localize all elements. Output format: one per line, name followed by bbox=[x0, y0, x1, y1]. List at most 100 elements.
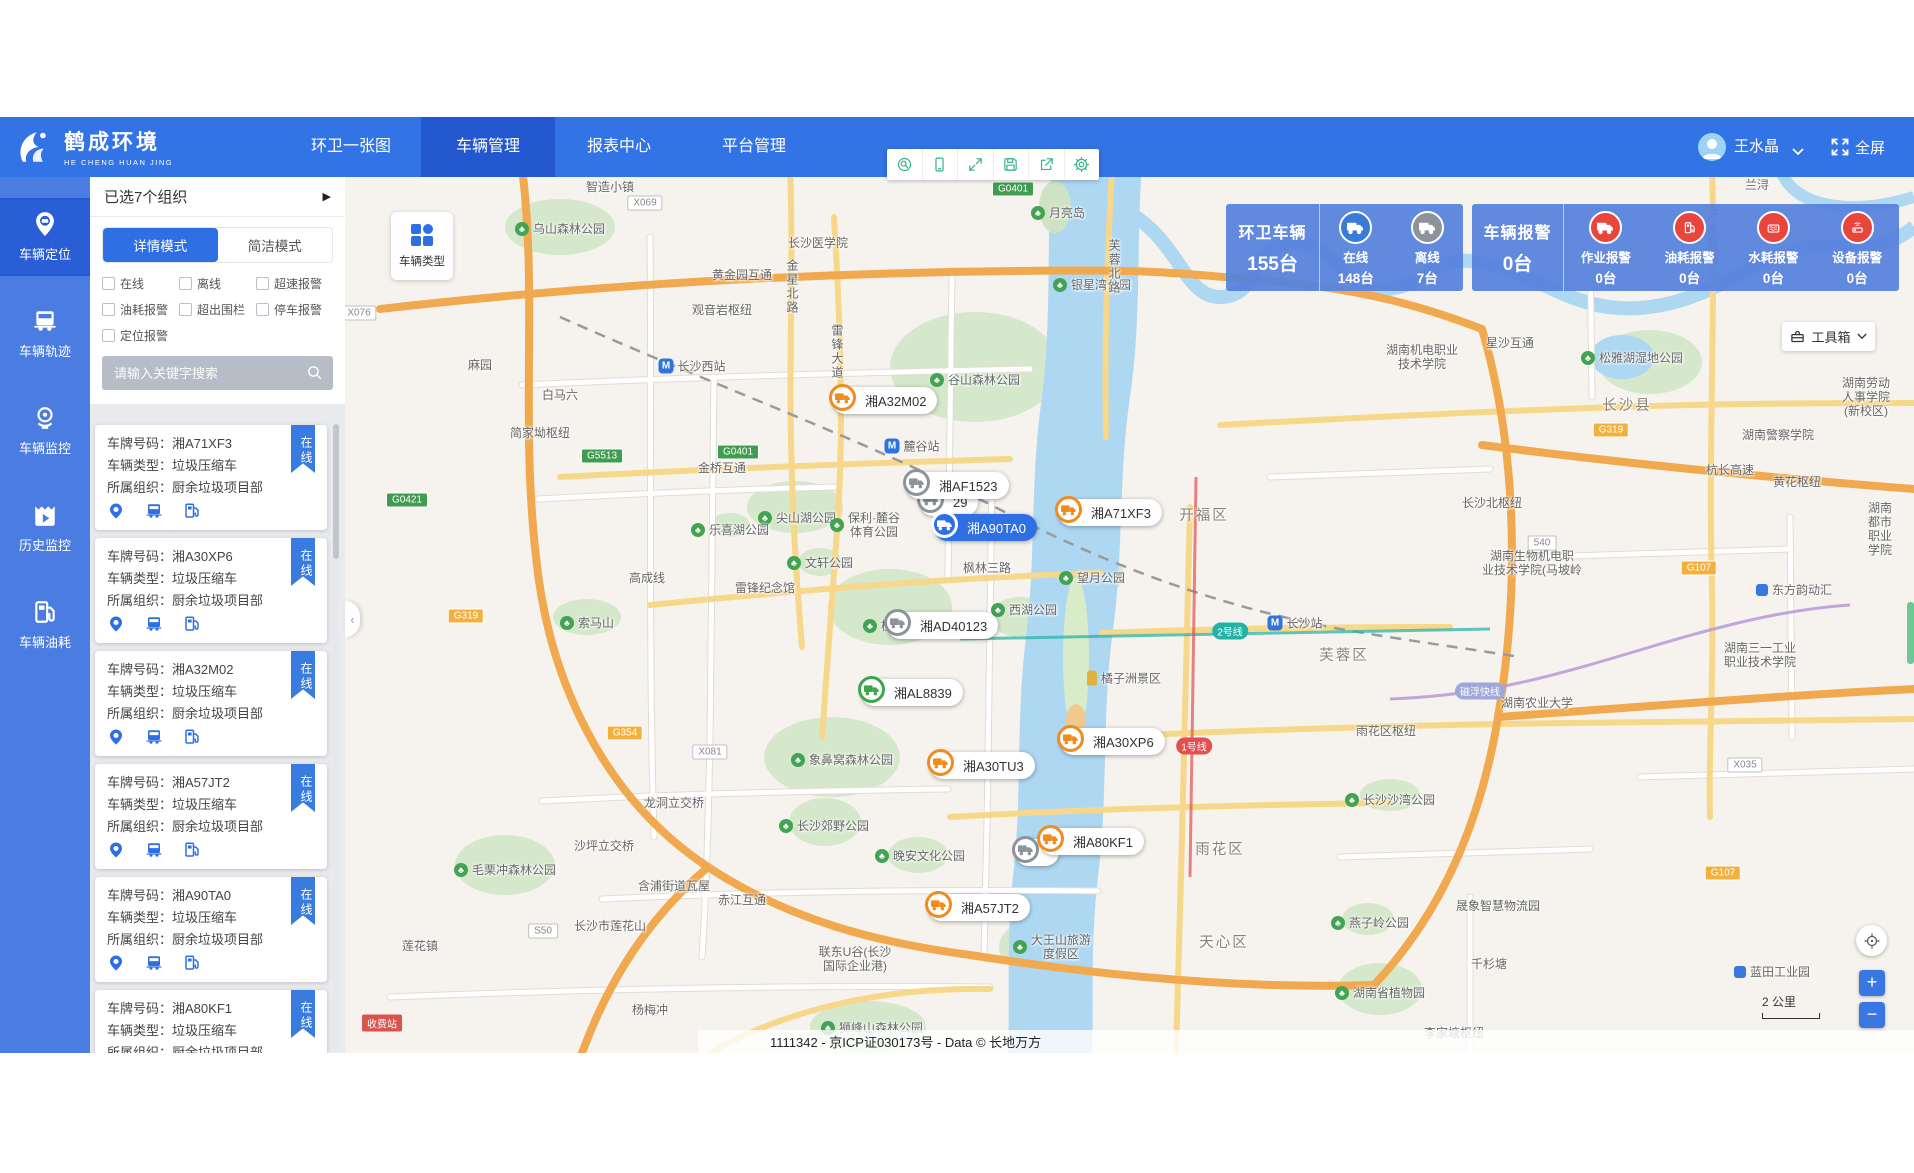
vehicle-marker[interactable]: 湘A57JT2 bbox=[928, 894, 1030, 921]
checkbox-box[interactable] bbox=[179, 277, 192, 290]
locate-pin-icon[interactable] bbox=[107, 728, 125, 746]
vehicle-marker[interactable]: 湘A90TA0 bbox=[934, 514, 1037, 541]
map-label: 湖南生物机电职 业技术学院(马坡岭 bbox=[1482, 549, 1582, 577]
plate-value: 湘A32M02 bbox=[172, 662, 233, 677]
checkbox-box[interactable] bbox=[256, 277, 269, 290]
map-edge-scrollbar[interactable] bbox=[1907, 602, 1914, 664]
plate-label: 车牌号码： bbox=[107, 436, 172, 451]
map-canvas[interactable]: 智造小镇乌山森林公园长沙医学院月亮岛黄金园互通银星湾公园观音岩枢纽长沙西站谷山森… bbox=[90, 177, 1914, 1053]
filter-checkbox[interactable]: 油耗报警 bbox=[102, 301, 179, 318]
map-label: 星沙互通 bbox=[1486, 336, 1534, 350]
locate-pin-icon[interactable] bbox=[107, 841, 125, 859]
app-subtitle: HE CHENG HUAN JING bbox=[64, 158, 173, 167]
checkbox-box[interactable] bbox=[102, 329, 115, 342]
checkbox-box[interactable] bbox=[179, 303, 192, 316]
track-bus-icon[interactable] bbox=[145, 502, 163, 520]
checkbox-box[interactable] bbox=[102, 303, 115, 316]
road-badge: G0401 bbox=[717, 445, 759, 460]
map-label: 沙坪立交桥 bbox=[574, 839, 634, 853]
zoom-in-button[interactable]: + bbox=[1859, 970, 1885, 996]
vehicle-type-button[interactable]: 车辆类型 bbox=[391, 212, 453, 280]
type-label: 车辆类型： bbox=[107, 458, 172, 473]
checkbox-box[interactable] bbox=[102, 277, 115, 290]
vehicle-marker[interactable]: 湘AF1523 bbox=[906, 472, 1009, 499]
search-icon[interactable] bbox=[306, 364, 323, 381]
scrollbar-thumb[interactable] bbox=[333, 424, 339, 559]
nav-item-reports[interactable]: 报表中心 bbox=[566, 117, 672, 177]
org-label: 所属组织： bbox=[107, 1045, 172, 1053]
tab-simple-mode[interactable]: 简洁模式 bbox=[218, 228, 333, 262]
zoom-out-button[interactable]: − bbox=[1859, 1002, 1885, 1028]
share-button[interactable] bbox=[1028, 149, 1064, 180]
truck-icon bbox=[1037, 825, 1064, 852]
locate-pin-icon[interactable] bbox=[107, 954, 125, 972]
main-area: 车辆定位 车辆轨迹 车辆监控 历史监控 车辆油耗 bbox=[0, 177, 1914, 1053]
track-bus-icon[interactable] bbox=[145, 954, 163, 972]
nav-item-vehicle-mgmt[interactable]: 车辆管理 bbox=[421, 117, 555, 177]
track-bus-icon[interactable] bbox=[145, 841, 163, 859]
locate-pin-icon[interactable] bbox=[107, 502, 125, 520]
vehicle-marker[interactable]: 湘AL8839 bbox=[861, 679, 963, 706]
settings-button[interactable] bbox=[1064, 149, 1100, 180]
vehicle-card[interactable]: 车牌号码：湘A71XF3 车辆类型：垃圾压缩车 所属组织：厨余垃圾项目部 在线 bbox=[95, 425, 327, 530]
filter-checkbox[interactable]: 定位报警 bbox=[102, 327, 179, 344]
vehicle-marker-plate: 湘A90TA0 bbox=[967, 518, 1026, 537]
nav-item-overview[interactable]: 环卫一张图 bbox=[296, 117, 406, 177]
work-alarm-count: 0台 bbox=[1595, 267, 1616, 287]
save-view-button[interactable] bbox=[993, 149, 1029, 180]
expand-right-icon[interactable]: ▶ bbox=[323, 190, 331, 203]
vehicle-card[interactable]: 车牌号码：湘A30XP6 车辆类型：垃圾压缩车 所属组织：厨余垃圾项目部 在线 bbox=[95, 538, 327, 643]
locate-pin-icon[interactable] bbox=[107, 615, 125, 633]
fuel-pump-icon[interactable] bbox=[183, 954, 201, 972]
filter-checkbox[interactable]: 超速报警 bbox=[256, 275, 333, 292]
offline-truck-icon bbox=[1411, 211, 1444, 244]
sidebar-item-vehicle-track[interactable]: 车辆轨迹 bbox=[0, 295, 90, 373]
chevron-down-icon[interactable] bbox=[1792, 143, 1804, 161]
user-name[interactable]: 王水晶 bbox=[1734, 117, 1779, 177]
replay-search-button[interactable] bbox=[887, 149, 922, 180]
checkbox-label: 超速报警 bbox=[274, 275, 322, 292]
vehicle-marker[interactable]: 湘AD40123 bbox=[887, 612, 998, 639]
user-avatar[interactable] bbox=[1698, 133, 1726, 161]
vehicle-card[interactable]: 车牌号码：湘A90TA0 车辆类型：垃圾压缩车 所属组织：厨余垃圾项目部 在线 bbox=[95, 877, 327, 982]
filter-checkbox[interactable]: 在线 bbox=[102, 275, 179, 292]
map-label: 湖南劳动人事学院 (新校区) bbox=[1842, 376, 1890, 418]
vehicle-marker[interactable]: 湘A30TU3 bbox=[930, 752, 1035, 779]
fuel-pump-icon[interactable] bbox=[183, 728, 201, 746]
sidebar-item-history-monitor[interactable]: 历史监控 bbox=[0, 489, 90, 567]
vehicle-card[interactable]: 车牌号码：湘A32M02 车辆类型：垃圾压缩车 所属组织：厨余垃圾项目部 在线 bbox=[95, 651, 327, 756]
vehicle-marker[interactable]: 湘A32M02 bbox=[832, 387, 937, 414]
track-bus-icon[interactable] bbox=[145, 615, 163, 633]
filter-checkbox[interactable]: 离线 bbox=[179, 275, 256, 292]
sidebar-item-vehicle-fuel[interactable]: 车辆油耗 bbox=[0, 586, 90, 664]
fuel-pump-icon[interactable] bbox=[183, 841, 201, 859]
sidebar-item-vehicle-monitor[interactable]: 车辆监控 bbox=[0, 392, 90, 470]
nav-item-platform[interactable]: 平台管理 bbox=[700, 117, 808, 177]
filter-checkbox[interactable]: 超出围栏 bbox=[179, 301, 256, 318]
sidebar-item-label: 历史监控 bbox=[19, 535, 71, 554]
track-bus-icon[interactable] bbox=[145, 728, 163, 746]
toolbox-button[interactable]: 工具箱 bbox=[1782, 322, 1875, 351]
fuel-pump-icon[interactable] bbox=[183, 502, 201, 520]
panel-scrollbar[interactable] bbox=[333, 424, 339, 1049]
vehicle-marker[interactable]: 湘A80KF1 bbox=[1040, 828, 1144, 855]
fuel-pump-icon[interactable] bbox=[183, 615, 201, 633]
sidebar-item-vehicle-location[interactable]: 车辆定位 bbox=[0, 198, 90, 276]
road-badge: 收费站 bbox=[362, 1015, 402, 1032]
vehicle-marker[interactable]: 湘A71XF3 bbox=[1058, 499, 1162, 526]
vehicle-card[interactable]: 车牌号码：湘A80KF1 车辆类型：垃圾压缩车 所属组织：厨余垃圾项目部 在线 bbox=[95, 990, 327, 1053]
org-value: 厨余垃圾项目部 bbox=[172, 480, 263, 495]
device-view-button[interactable] bbox=[922, 149, 958, 180]
tab-detail-mode[interactable]: 详情模式 bbox=[103, 228, 218, 262]
checkbox-box[interactable] bbox=[256, 303, 269, 316]
org-selector[interactable]: 已选7个组织 ▶ bbox=[90, 177, 345, 217]
type-label: 车辆类型： bbox=[107, 571, 172, 586]
fullscreen-button[interactable]: 全屏 bbox=[1830, 117, 1885, 177]
expand-view-button[interactable] bbox=[957, 149, 993, 180]
search-input[interactable] bbox=[102, 356, 333, 390]
vehicle-marker[interactable]: 湘A30XP6 bbox=[1060, 728, 1165, 755]
locate-button[interactable] bbox=[1856, 925, 1887, 956]
map-label: 月亮岛 bbox=[1031, 206, 1085, 220]
vehicle-card[interactable]: 车牌号码：湘A57JT2 车辆类型：垃圾压缩车 所属组织：厨余垃圾项目部 在线 bbox=[95, 764, 327, 869]
filter-checkbox[interactable]: 停车报警 bbox=[256, 301, 333, 318]
